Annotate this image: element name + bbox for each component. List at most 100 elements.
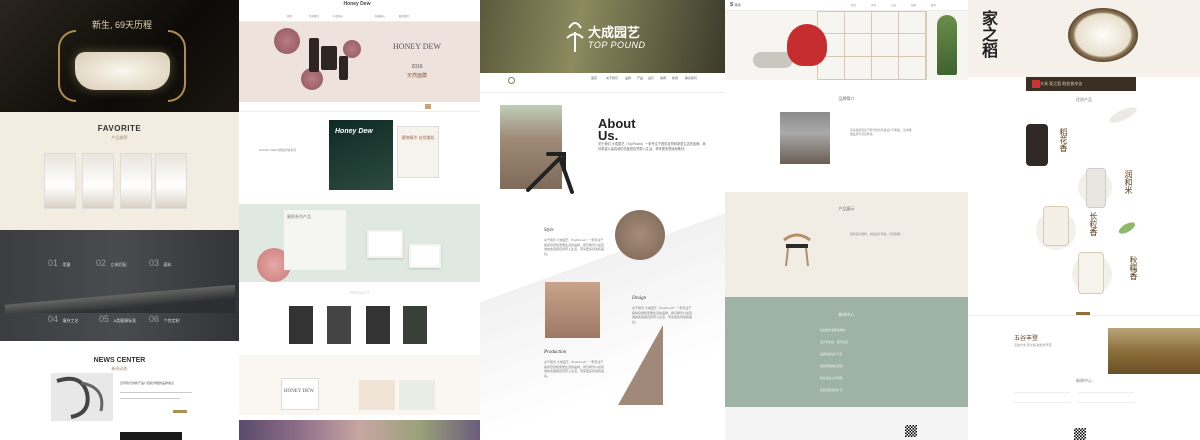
hero-subtitle: 天然面膜 (406, 73, 427, 79)
hero-year: 2016 (411, 64, 423, 70)
news-line[interactable] (1078, 392, 1134, 393)
footer-banner (239, 420, 480, 440)
rice-bag-image[interactable] (1086, 168, 1106, 208)
bedding-image-3[interactable] (120, 153, 152, 209)
product-name: 稻花香 (1059, 128, 1068, 152)
news-item[interactable]: 新品发布会圆满成功 (820, 328, 845, 332)
rice-bag-image[interactable] (1078, 252, 1104, 294)
news-item[interactable]: 秋冬新品上市通知 (820, 376, 842, 380)
product-bottle (321, 46, 337, 70)
news-line[interactable] (1078, 402, 1134, 403)
nav-item[interactable]: 新闻 (672, 76, 678, 80)
nav-item[interactable]: 首页 (851, 3, 856, 7)
about-text: 关于我们 大成园艺（TopPound）一家专注于提供自然和家居生活的品牌。我们希… (598, 142, 706, 151)
news-line[interactable] (1014, 402, 1070, 403)
site-logo[interactable]: Honey Dew (327, 1, 387, 7)
nav-item[interactable]: 品牌 (625, 76, 631, 80)
brand-name: 家具 (734, 3, 741, 7)
intro-text: HONEY DEW 蜂蜜护肤系列 (259, 148, 297, 152)
search-button[interactable] (425, 104, 431, 109)
honeydew-card[interactable]: HONEY DEW (281, 378, 319, 410)
news-image[interactable] (399, 380, 435, 410)
book-title: Honey Dew (335, 128, 373, 135)
duvet-product-image (75, 52, 170, 90)
leaf-image (1107, 104, 1139, 126)
nav-item[interactable]: 产品 (891, 3, 896, 7)
breadcrumb-bar (239, 102, 480, 112)
nav-item[interactable]: 产品中心 (333, 14, 343, 18)
design-label: Design (632, 296, 647, 301)
product-item[interactable] (289, 306, 313, 344)
rice-bag-image[interactable] (1026, 124, 1048, 166)
news-image-2[interactable] (120, 432, 182, 440)
site-logo[interactable]: S 家具 (730, 2, 741, 8)
nav-item[interactable]: 设计 (648, 76, 654, 80)
hero-title: HONEY DEW (393, 42, 441, 51)
news-item[interactable]: 设计师访谈：现代家居 (820, 340, 848, 344)
hero-text: 新生, 69天历程 (92, 20, 153, 30)
stat-6: 06 个性定制 (149, 314, 180, 324)
nav-item[interactable]: 关于 (871, 3, 876, 7)
nav-item[interactable]: 首页 (287, 14, 292, 18)
product-item[interactable] (366, 306, 390, 344)
more-button[interactable] (173, 410, 187, 413)
rice-bag-image[interactable] (1043, 206, 1069, 246)
news-item[interactable]: 家居搭配灵感分享 (820, 388, 842, 392)
slogan-banner: 五常大米 家之稻 粒粒皆辛苦 (1026, 77, 1136, 91)
design-image (545, 282, 600, 338)
news-line[interactable] (1014, 392, 1070, 393)
nav-item[interactable]: 案例 (911, 3, 916, 7)
panel-bedding-site: 新生, 69天历程 FAVORITE 产品推荐 01 用量 02 立体匹配 03… (0, 0, 239, 440)
product-item[interactable] (327, 306, 351, 344)
production-label: Production (544, 350, 567, 355)
product-section-title: PRODUCT (349, 290, 370, 295)
news-item[interactable]: 品牌荣获设计大奖 (820, 352, 842, 356)
bedding-image-2[interactable] (82, 153, 114, 209)
product-name: 润和米 (1124, 170, 1133, 194)
red-seal-icon (1032, 80, 1040, 88)
flower-image (274, 28, 300, 54)
news-center-subtitle: 新闻动态 (111, 366, 128, 371)
product-item[interactable] (403, 306, 427, 344)
product-title: 产品展示 (838, 206, 855, 211)
nav-item[interactable]: 联系我们 (399, 14, 409, 18)
qr-code-icon (1074, 428, 1086, 440)
news-center-title: NEWS CENTER (93, 357, 146, 364)
brand-card-image: 植物精华 自然美肌 (397, 126, 439, 178)
nav-item[interactable]: 新闻中心 (375, 14, 385, 18)
nav-item[interactable]: 产品 (637, 76, 643, 80)
news-headline[interactable]: 宣传我们的新产品介绍和详细的品牌信息 (120, 381, 195, 385)
farm-text: 五常大米 家之稻 粒粒皆辛苦 (1014, 343, 1052, 347)
news-image[interactable] (359, 380, 395, 410)
news-image[interactable] (51, 373, 113, 421)
brand-name: 大成园艺 (588, 25, 641, 40)
honeydew-label: HONEY DEW (284, 389, 314, 394)
red-chair-image (787, 24, 827, 66)
nav-item[interactable]: 案例 (660, 76, 666, 80)
footer (725, 407, 968, 440)
brand-book-image: Honey Dew (329, 120, 393, 190)
gold-frame-left (58, 30, 76, 102)
stat-4: 04 填充工艺 (48, 314, 79, 324)
nav-item[interactable]: 联系 (931, 3, 936, 7)
logo-graphic (56, 376, 104, 419)
about-title: 品牌简介 (838, 96, 855, 101)
chair-image (783, 233, 811, 266)
bedding-image-1[interactable] (44, 153, 76, 209)
photo-frame (409, 244, 441, 268)
nav-item[interactable]: 首页 (591, 76, 597, 80)
nav-item[interactable]: 关于我们 (606, 76, 618, 80)
farm-photo (1108, 328, 1200, 374)
divider (968, 315, 1200, 316)
panel-garden-site: 大成园艺 TOP POUND 首页 关于我们 品牌 产品 设计 案例 新闻 联系… (480, 0, 725, 440)
bedding-image-4[interactable] (155, 153, 187, 209)
small-logo-icon (508, 77, 515, 84)
brand-logo-icon (566, 22, 584, 52)
nav-item[interactable]: 联系我们 (685, 76, 697, 80)
photo-frame (367, 230, 403, 258)
news-item[interactable]: 展会现场精彩回顾 (820, 364, 842, 368)
about-text: 家具品牌专注于现代简约风格设计与制造，追求极致品质与舒适体验。 (850, 128, 912, 136)
brush-title: 家之稻 (979, 10, 998, 58)
feature-title: 蜜帆系列产品 (287, 214, 311, 219)
nav-item[interactable]: 关于我们 (309, 14, 319, 18)
